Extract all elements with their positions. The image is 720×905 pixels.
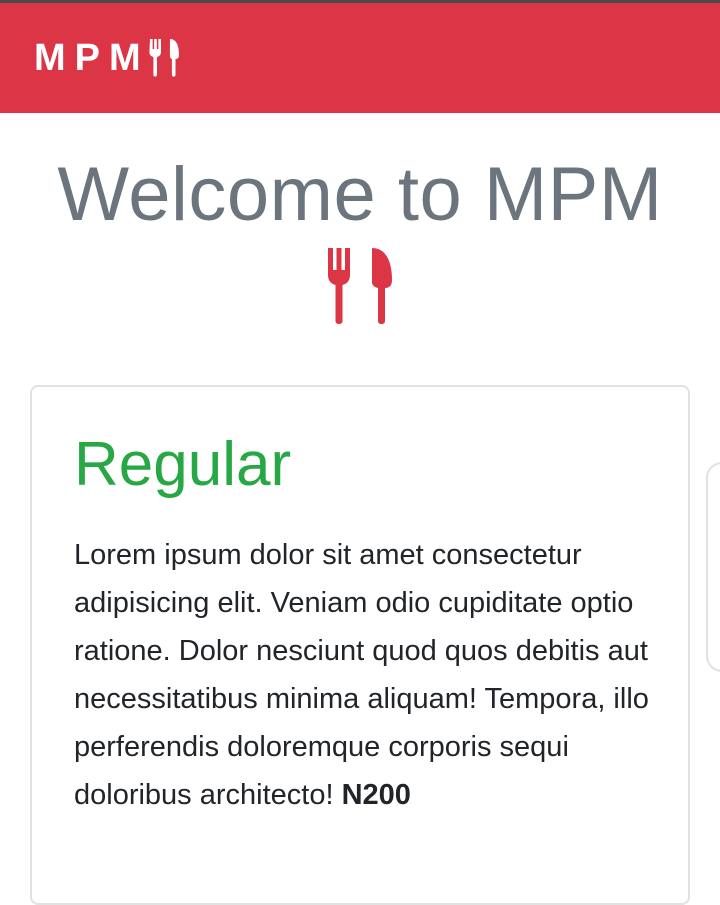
card-description: Lorem ipsum dolor sit amet consectetur a… (74, 531, 664, 819)
card-description-text: Lorem ipsum dolor sit amet consectetur a… (74, 539, 649, 811)
brand-text: MPM (34, 36, 150, 79)
menu-card-regular: Regular Lorem ipsum dolor sit amet conse… (30, 385, 690, 905)
navbar: MPM (0, 3, 720, 113)
next-card-edge (706, 462, 720, 672)
card-price: N200 (341, 779, 411, 811)
card-title: Regular (74, 430, 292, 499)
utensils-icon (328, 248, 392, 324)
navbar-brand[interactable]: MPM (34, 37, 182, 80)
page-title: Welcome to MPM (57, 152, 663, 237)
utensils-icon (149, 39, 179, 77)
